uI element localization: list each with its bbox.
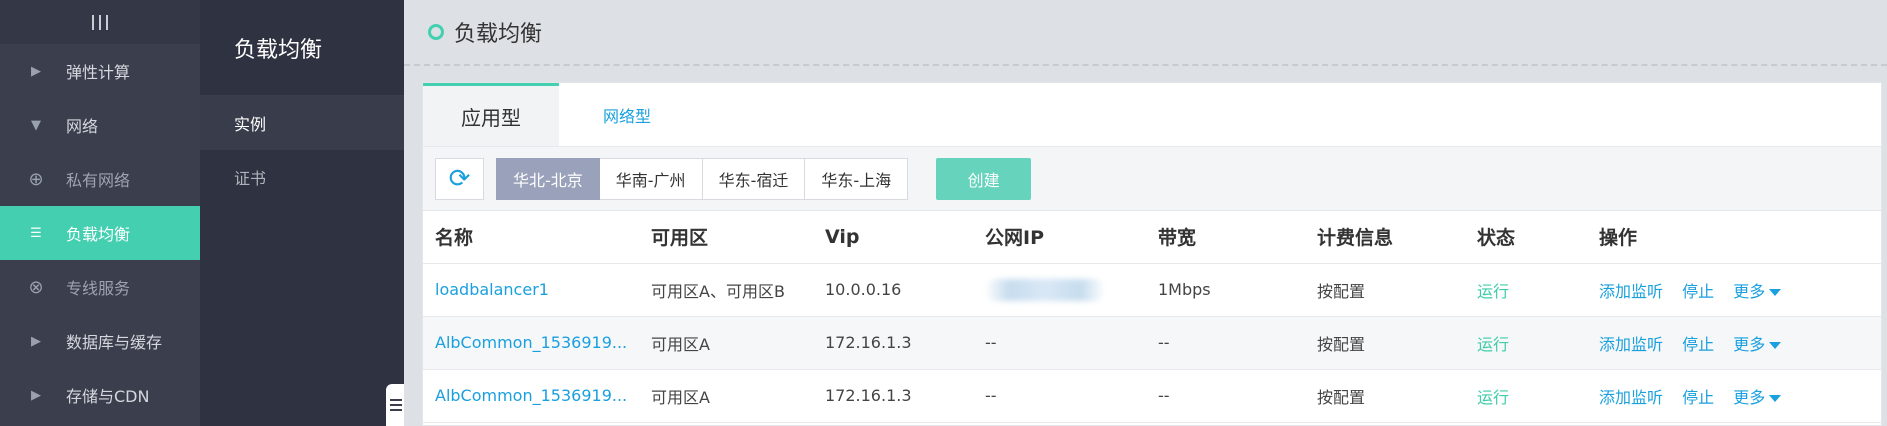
- more-dropdown[interactable]: 更多: [1733, 387, 1782, 407]
- more-dropdown[interactable]: 更多: [1733, 334, 1782, 354]
- more-dropdown[interactable]: 更多: [1733, 281, 1782, 301]
- main-content: 负载均衡 应用型 网络型 ⟳ 华北-北京 华南-广州 华东-宿迁 华东-上海 创…: [404, 0, 1887, 426]
- stop-link[interactable]: 停止: [1682, 282, 1714, 301]
- zone-cell: 可用区A、可用区B: [639, 263, 813, 317]
- vip-cell: 172.16.1.3: [813, 369, 973, 423]
- subnav-title: 负载均衡: [200, 0, 404, 96]
- nav-item-label: 负载均衡: [66, 225, 131, 244]
- toolbar: ⟳ 华北-北京 华南-广州 华东-宿迁 华东-上海 创建: [423, 147, 1881, 211]
- billing-cell: 按配置: [1305, 316, 1465, 370]
- refresh-icon: ⟳: [448, 163, 471, 194]
- add-listener-link[interactable]: 添加监听: [1599, 388, 1663, 407]
- more-label: 更多: [1733, 334, 1766, 354]
- circle-icon: [428, 24, 444, 40]
- vip-cell: 172.16.1.3: [813, 316, 973, 370]
- region-selector: 华北-北京 华南-广州 华东-宿迁 华东-上海: [496, 157, 909, 200]
- add-listener-link[interactable]: 添加监听: [1599, 335, 1663, 354]
- instance-name-link[interactable]: AlbCommon_1536919...: [435, 333, 627, 352]
- tab-bar: 应用型 网络型: [423, 83, 1881, 147]
- nav-item-vpc[interactable]: ⊕ 私有网络: [0, 152, 200, 206]
- region-guangzhou[interactable]: 华南-广州: [599, 157, 703, 200]
- stop-link[interactable]: 停止: [1682, 335, 1714, 354]
- instance-name-link[interactable]: AlbCommon_1536919...: [435, 386, 627, 405]
- stop-link[interactable]: 停止: [1682, 388, 1714, 407]
- column-header-name: 名称: [423, 211, 639, 264]
- column-header-bandwidth: 带宽: [1146, 211, 1305, 264]
- subnav-item-certificates[interactable]: 证书: [200, 150, 404, 204]
- caret-down-icon: [1769, 341, 1782, 349]
- nav-item-direct-connect[interactable]: ⊗ 专线服务: [0, 260, 200, 314]
- bandwidth-cell: 1Mbps: [1146, 263, 1305, 317]
- add-listener-link[interactable]: 添加监听: [1599, 282, 1663, 301]
- sub-nav: 负载均衡 实例 证书: [200, 0, 404, 426]
- caret-right-icon: ▶: [31, 387, 41, 403]
- nav-item-elastic-compute[interactable]: ▶ 弹性计算: [0, 44, 200, 98]
- nav-item-label: 存储与CDN: [66, 387, 150, 406]
- caret-right-icon: ▶: [31, 63, 41, 79]
- nav-item-storage-cdn[interactable]: ▶ 存储与CDN: [0, 368, 200, 422]
- vip-cell: 10.0.0.16: [813, 263, 973, 317]
- table-row: loadbalancer1 可用区A、可用区B 10.0.0.16 1Mbps …: [423, 263, 1881, 317]
- tab-application[interactable]: 应用型: [423, 83, 559, 146]
- billing-cell: 按配置: [1305, 263, 1465, 317]
- status-badge: 运行: [1477, 281, 1510, 301]
- region-shanghai[interactable]: 华东-上海: [805, 157, 909, 200]
- table-header-row: 名称 可用区 Vip 公网IP 带宽 计费信息 状态 操作: [423, 211, 1881, 264]
- table-row: AlbCommon_1536919... 可用区A 172.16.1.3 -- …: [423, 316, 1881, 370]
- caret-down-icon: [1769, 394, 1782, 402]
- sliders-icon: ☰: [30, 225, 42, 241]
- caret-down-icon: [1769, 288, 1782, 296]
- caret-down-icon: ▼: [31, 117, 41, 133]
- nav-item-label: 数据库与缓存: [66, 333, 163, 352]
- page-header: 负载均衡: [404, 0, 1887, 66]
- public-ip-cell: --: [973, 316, 1146, 370]
- billing-cell: 按配置: [1305, 369, 1465, 423]
- refresh-button[interactable]: ⟳: [435, 157, 484, 200]
- bandwidth-cell: --: [1146, 316, 1305, 370]
- nav-item-database[interactable]: ▶ 数据库与缓存: [0, 314, 200, 368]
- main-nav: ▶ 弹性计算 ▼ 网络 ⊕ 私有网络 ☰ 负载均衡 ⊗ 专线服务 ▶ 数据库与缓…: [0, 0, 200, 426]
- public-ip-cell: --: [973, 369, 1146, 423]
- zone-cell: 可用区A: [639, 316, 813, 370]
- more-label: 更多: [1733, 387, 1766, 407]
- actions-cell: 添加监听 停止 更多: [1587, 316, 1881, 370]
- nav-item-label: 私有网络: [66, 171, 131, 190]
- table-row: AlbCommon_1536919... 可用区A 172.16.1.3 -- …: [423, 369, 1881, 423]
- connection-icon: ⊗: [28, 276, 44, 298]
- status-badge: 运行: [1477, 334, 1510, 354]
- region-beijing[interactable]: 华北-北京: [496, 157, 600, 200]
- collapse-sidebar-handle[interactable]: [386, 384, 406, 426]
- column-header-public-ip: 公网IP: [973, 211, 1146, 264]
- column-header-billing: 计费信息: [1305, 211, 1465, 264]
- public-ip-cell: [973, 263, 1146, 317]
- redacted-ip: [985, 278, 1105, 301]
- content-panel: 应用型 网络型 ⟳ 华北-北京 华南-广州 华东-宿迁 华东-上海 创建 名称: [422, 82, 1882, 426]
- nav-item-label: 网络: [66, 117, 99, 136]
- instance-name-link[interactable]: loadbalancer1: [435, 280, 549, 299]
- tab-network[interactable]: 网络型: [559, 83, 695, 146]
- instance-table: 名称 可用区 Vip 公网IP 带宽 计费信息 状态 操作 loadbalanc…: [423, 211, 1881, 423]
- page-title: 负载均衡: [454, 22, 543, 47]
- caret-right-icon: ▶: [31, 333, 41, 349]
- menu-icon: [92, 14, 108, 30]
- status-badge: 运行: [1477, 387, 1510, 407]
- column-header-vip: Vip: [813, 211, 973, 264]
- globe-icon: ⊕: [28, 168, 44, 190]
- column-header-actions: 操作: [1587, 211, 1881, 264]
- column-header-status: 状态: [1465, 211, 1587, 264]
- nav-item-network[interactable]: ▼ 网络: [0, 98, 200, 152]
- nav-item-load-balancer[interactable]: ☰ 负载均衡: [0, 206, 200, 260]
- create-button[interactable]: 创建: [936, 157, 1032, 200]
- menu-toggle[interactable]: [0, 0, 200, 44]
- region-suqian[interactable]: 华东-宿迁: [702, 157, 806, 200]
- nav-item-label: 专线服务: [66, 279, 131, 298]
- nav-item-label: 弹性计算: [66, 63, 131, 82]
- zone-cell: 可用区A: [639, 369, 813, 423]
- column-header-zone: 可用区: [639, 211, 813, 264]
- subnav-item-instances[interactable]: 实例: [200, 96, 404, 150]
- more-label: 更多: [1733, 281, 1766, 301]
- actions-cell: 添加监听 停止 更多: [1587, 369, 1881, 423]
- actions-cell: 添加监听 停止 更多: [1587, 263, 1881, 317]
- bandwidth-cell: --: [1146, 369, 1305, 423]
